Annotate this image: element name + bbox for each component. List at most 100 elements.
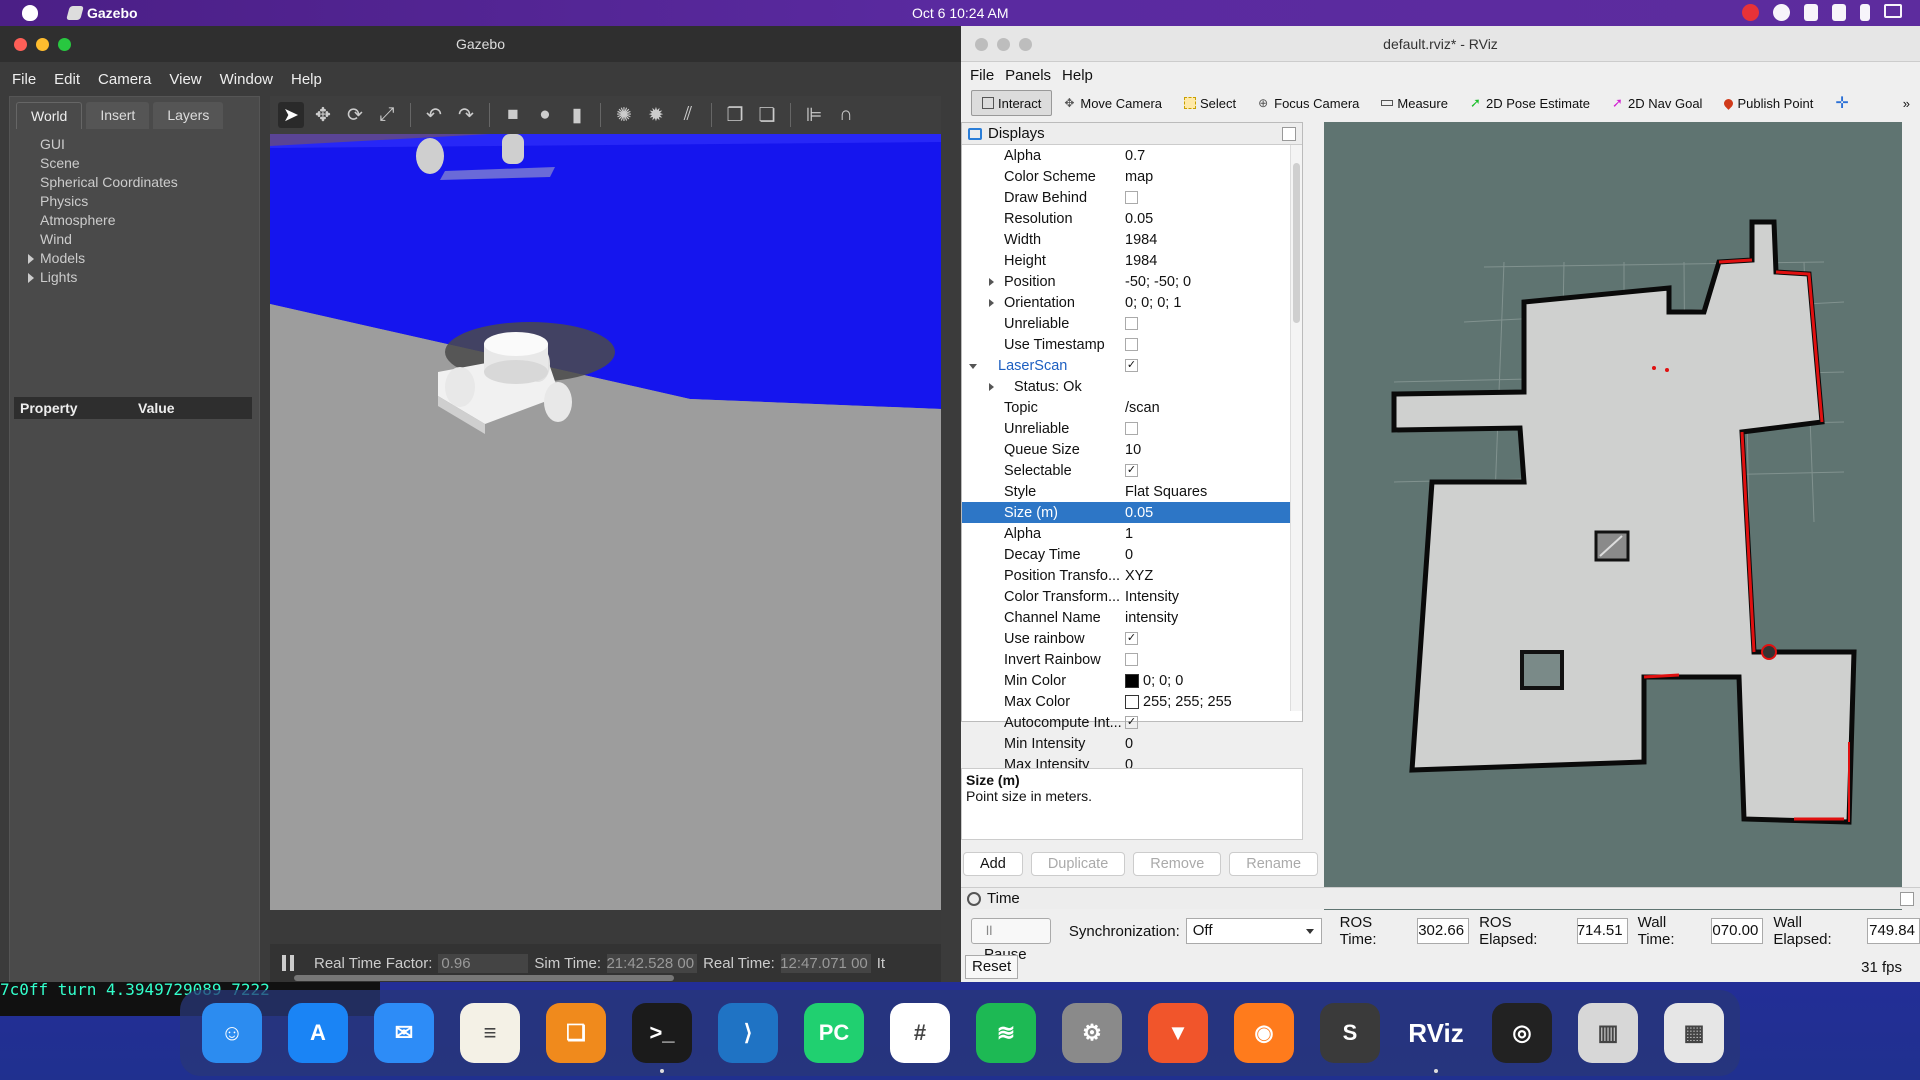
property-checkbox[interactable] [1125, 338, 1138, 351]
property-checkbox[interactable] [1125, 653, 1138, 666]
property-checkbox[interactable]: ✓ [1125, 359, 1138, 372]
sync-select[interactable]: Off [1185, 918, 1322, 944]
close-window-button[interactable] [975, 38, 988, 51]
tool-focus-camera[interactable]: ⊕ Focus Camera [1248, 90, 1369, 116]
rviz-icon[interactable]: RViz [1406, 1003, 1466, 1073]
property-row[interactable]: Queue Size 10 [962, 439, 1302, 460]
property-row[interactable]: Alpha 0.7 [962, 145, 1302, 166]
tree-item-scene[interactable]: Scene [40, 154, 259, 173]
property-row[interactable]: Position -50; -50; 0 [962, 271, 1302, 292]
property-row[interactable]: Max Color 255; 255; 255 [962, 691, 1302, 712]
expand-arrow-icon[interactable] [989, 278, 994, 286]
scroll-thumb[interactable] [1293, 163, 1300, 323]
cylinder-shape-icon[interactable]: ▮ [564, 102, 590, 128]
tool-measure[interactable]: Measure [1371, 90, 1458, 116]
collapse-arrow-icon[interactable] [969, 364, 977, 369]
tab-world[interactable]: World [16, 102, 83, 129]
tree-item-atmosphere[interactable]: Atmosphere [40, 211, 259, 230]
property-row[interactable]: Topic/scan [962, 397, 1302, 418]
battery-icon[interactable] [1884, 4, 1902, 18]
property-row[interactable]: Height 1984 [962, 250, 1302, 271]
tab-insert[interactable]: Insert [86, 102, 150, 129]
tool-2d-pose-estimate[interactable]: ➚ 2D Pose Estimate [1460, 90, 1600, 116]
translate-icon[interactable]: ✥ [310, 102, 336, 128]
tree-item-lights[interactable]: Lights [28, 268, 259, 287]
property-row[interactable]: LaserScan ✓ [962, 355, 1302, 376]
color-swatch[interactable] [1125, 694, 1139, 709]
reset-button[interactable]: Reset [965, 955, 1019, 979]
property-row[interactable]: Resolution 0.05 [962, 208, 1302, 229]
property-checkbox[interactable]: ✓ [1125, 716, 1138, 729]
wall-elapsed-field[interactable]: 749.84 [1867, 918, 1920, 944]
tree-item-wind[interactable]: Wind [40, 230, 259, 249]
property-row[interactable]: Autocompute Int... ✓ [962, 712, 1302, 733]
close-window-button[interactable] [14, 38, 27, 51]
property-checkbox[interactable] [1125, 422, 1138, 435]
books-icon[interactable]: ❏ [546, 1003, 606, 1063]
property-row[interactable]: Min Intensity 0 [962, 733, 1302, 754]
property-row[interactable]: Channel Name intensity [962, 607, 1302, 628]
property-row[interactable]: Use Timestamp [962, 334, 1302, 355]
property-row[interactable]: Color Scheme map [962, 166, 1302, 187]
menu-file[interactable]: File [970, 67, 994, 84]
tool-2d-nav-goal[interactable]: ➚ 2D Nav Goal [1602, 90, 1712, 116]
ros-time-field[interactable]: 302.66 [1416, 918, 1470, 944]
minimize-window-button[interactable] [36, 38, 49, 51]
property-row[interactable]: Unreliable [962, 313, 1302, 334]
tab-layers[interactable]: Layers [153, 102, 224, 129]
menu-help[interactable]: Help [291, 71, 322, 88]
redo-icon[interactable]: ↷ [453, 102, 479, 128]
property-row[interactable]: Status: Ok [962, 376, 1302, 397]
tool-move-camera[interactable]: ✥ Move Camera [1054, 90, 1172, 116]
duplicate-button[interactable]: Duplicate [1030, 852, 1126, 876]
property-row[interactable]: Unreliable [962, 418, 1302, 439]
tool-publish-point[interactable]: Publish Point [1714, 90, 1823, 116]
property-row[interactable]: Color Transform... Intensity [962, 586, 1302, 607]
copy-icon[interactable]: ❐ [722, 102, 748, 128]
zoom-window-button[interactable] [1019, 38, 1032, 51]
brave-icon[interactable]: ▼ [1148, 1003, 1208, 1063]
menu-view[interactable]: View [169, 71, 201, 88]
select-arrow-icon[interactable]: ➤ [278, 102, 304, 128]
tree-item-models[interactable]: Models [28, 249, 259, 268]
property-checkbox[interactable]: ✓ [1125, 632, 1138, 645]
point-light-icon[interactable]: ✺ [611, 102, 637, 128]
menubar-clock[interactable]: Oct 6 10:24 AM [912, 5, 1009, 21]
menu-window[interactable]: Window [220, 71, 273, 88]
rename-button[interactable]: Rename [1229, 852, 1319, 876]
ros-elapsed-field[interactable]: 714.51 [1577, 918, 1628, 944]
sublime-icon[interactable]: S [1320, 1003, 1380, 1063]
minimize-window-button[interactable] [997, 38, 1010, 51]
property-row[interactable]: Size (m) 0.05 [962, 502, 1302, 523]
launchpad-icon[interactable]: ▦ [1664, 1003, 1724, 1063]
property-checkbox[interactable] [1125, 191, 1138, 204]
3d-scene[interactable] [270, 134, 941, 910]
active-app-menu[interactable]: Gazebo [66, 5, 138, 21]
vscode-icon[interactable]: ⟩ [718, 1003, 778, 1063]
finder-icon[interactable]: ☺ [202, 1003, 262, 1063]
tree-item-gui[interactable]: GUI [40, 135, 259, 154]
rotate-icon[interactable]: ⟳ [342, 102, 368, 128]
add-tool-button[interactable]: ✛ [1825, 90, 1858, 116]
system-preferences-icon[interactable]: ⚙ [1062, 1003, 1122, 1063]
property-checkbox[interactable]: ✓ [1125, 464, 1138, 477]
property-checkbox[interactable] [1125, 317, 1138, 330]
property-row[interactable]: Orientation 0; 0; 0; 1 [962, 292, 1302, 313]
accessibility-icon[interactable] [1773, 4, 1790, 21]
property-row[interactable]: Style Flat Squares [962, 481, 1302, 502]
scale-icon[interactable]: ⤢ [374, 102, 400, 128]
property-row[interactable]: Min Color 0; 0; 0 [962, 670, 1302, 691]
mail-icon[interactable]: ✉ [374, 1003, 434, 1063]
sphere-shape-icon[interactable]: ● [532, 102, 558, 128]
pause-icon[interactable] [282, 955, 294, 971]
trash-icon[interactable]: ▥ [1578, 1003, 1638, 1063]
tree-item-physics[interactable]: Physics [40, 192, 259, 211]
tree-item-spherical-coordinates[interactable]: Spherical Coordinates [40, 173, 259, 192]
toolbar-overflow[interactable]: » [1893, 90, 1920, 116]
spotify-icon[interactable]: ≋ [976, 1003, 1036, 1063]
app-store-icon[interactable]: A [288, 1003, 348, 1063]
snap-magnet-icon[interactable]: ∩ [833, 102, 859, 128]
box-shape-icon[interactable]: ■ [500, 102, 526, 128]
paste-icon[interactable]: ❏ [754, 102, 780, 128]
obs-icon[interactable]: ◎ [1492, 1003, 1552, 1063]
